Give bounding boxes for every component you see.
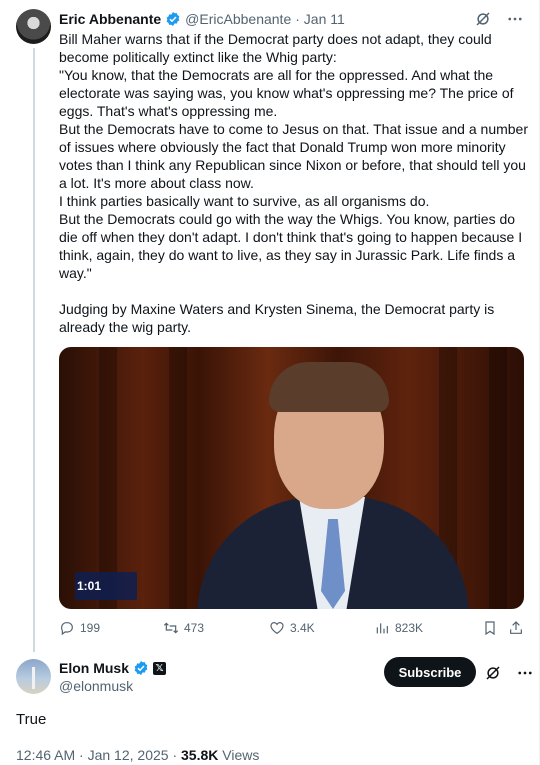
tweet-paragraph: Bill Maher warns that if the Democrat pa… — [59, 31, 492, 65]
author-name[interactable]: Elon Musk — [59, 660, 129, 676]
reply-views-count: 35.8K — [181, 747, 219, 763]
reply-metadata: 12:46 AM · Jan 12, 2025 · 35.8K Views — [16, 747, 259, 763]
tweet-paragraph: But the Democrats could go with the way … — [59, 211, 523, 281]
repost-icon — [163, 622, 179, 634]
views-count: 823K — [395, 621, 424, 635]
bookmark-icon — [485, 621, 495, 636]
reply-button[interactable]: 199 — [59, 620, 100, 636]
reply-count: 199 — [80, 621, 101, 635]
more-options-icon[interactable] — [516, 664, 534, 682]
reply-icon — [60, 622, 73, 636]
tweet-date[interactable]: · Jan 11 — [295, 11, 345, 27]
verified-badge-icon — [134, 661, 148, 675]
avatar[interactable] — [16, 9, 51, 44]
reply-header-actions — [484, 664, 534, 682]
views-label: Views — [218, 747, 260, 763]
more-options-icon[interactable] — [506, 10, 524, 28]
grok-icon[interactable] — [474, 10, 492, 28]
video-player[interactable]: 1:01 — [59, 347, 524, 609]
tweet-actions: 199 473 3.4K 823K — [59, 620, 524, 640]
tweet-paragraph: I think parties basically want to surviv… — [59, 193, 430, 209]
video-timestamp: 1:01 — [77, 579, 102, 593]
author-name[interactable]: Eric Abbenante — [59, 11, 161, 27]
thread-connector-line — [33, 48, 35, 652]
tweet-header: Eric Abbenante @EricAbbenante · Jan 11 — [59, 10, 524, 28]
rocket-image — [32, 667, 35, 689]
bookmark-button[interactable] — [482, 620, 498, 636]
like-button[interactable]: 3.4K — [269, 620, 315, 636]
share-icon — [510, 621, 522, 634]
reply-timestamp[interactable]: 12:46 AM · Jan 12, 2025 · — [16, 747, 181, 763]
grok-icon[interactable] — [484, 664, 502, 682]
avatar[interactable] — [16, 659, 51, 694]
tweet-paragraph: Judging by Maxine Waters and Krysten Sin… — [59, 301, 495, 335]
like-count: 3.4K — [290, 621, 315, 635]
heart-icon — [270, 622, 284, 635]
reply-text: True — [16, 711, 47, 728]
views-button[interactable]: 823K — [374, 620, 423, 636]
repost-count: 473 — [184, 621, 205, 635]
share-button[interactable] — [508, 620, 524, 636]
reply-author: Elon Musk 𝕏 — [59, 660, 167, 676]
subscribe-button[interactable]: Subscribe — [384, 657, 476, 687]
views-chart-icon — [376, 623, 388, 634]
tweet-paragraph: "You know, that the Democrats are all fo… — [59, 67, 514, 119]
verified-badge-icon — [166, 12, 180, 26]
author-handle[interactable]: @elonmusk — [59, 678, 133, 694]
x-affiliate-icon[interactable]: 𝕏 — [153, 661, 167, 675]
tweet-text: Bill Maher warns that if the Democrat pa… — [59, 30, 529, 336]
author-handle[interactable]: @EricAbbenante — [185, 11, 291, 27]
tweet-paragraph: But the Democrats have to come to Jesus … — [59, 121, 528, 191]
repost-button[interactable]: 473 — [163, 620, 204, 636]
